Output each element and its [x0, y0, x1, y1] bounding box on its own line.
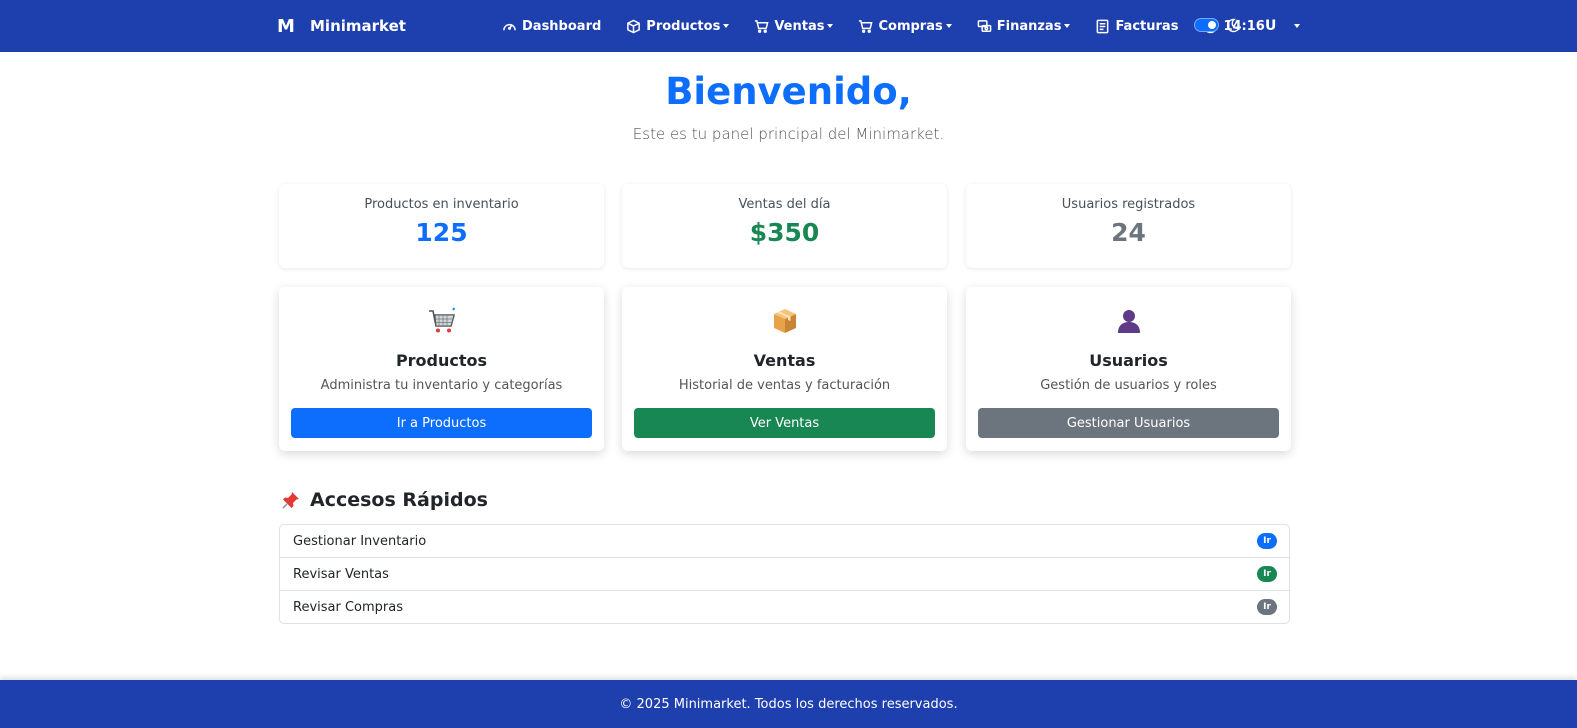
moon-stars-icon: [1226, 18, 1241, 33]
shopping-cart-icon: [279, 307, 604, 335]
module-description: Administra tu inventario y categorías: [320, 378, 563, 393]
module-card-ventas: Ventas Historial de ventas y facturación…: [622, 287, 947, 451]
stat-label: Productos en inventario: [364, 197, 519, 212]
quick-access-heading: Accesos Rápidos: [281, 489, 488, 511]
stat-card-usuarios: Usuarios registrados 24: [966, 184, 1291, 268]
stat-value: $350: [749, 218, 820, 247]
module-description: Gestión de usuarios y roles: [1040, 378, 1217, 393]
stat-value: 125: [415, 218, 468, 247]
user-menu[interactable]: U: [1265, 0, 1276, 52]
quick-access-label: Gestionar Inventario: [293, 533, 427, 549]
cart-icon: [755, 19, 769, 33]
stat-label: Usuarios registrados: [1061, 197, 1196, 212]
brand-logo: M: [277, 15, 295, 37]
box-icon: [627, 19, 641, 33]
quick-access-item-ventas[interactable]: Revisar Ventas Ir: [280, 558, 1289, 591]
package-icon: [622, 307, 947, 335]
nav-facturas[interactable]: Facturas: [1095, 19, 1178, 34]
navbar: M Minimarket Dashboard Productos Ventas …: [0, 0, 1577, 52]
nav-ventas[interactable]: Ventas: [754, 18, 834, 34]
quick-access-label: Revisar Compras: [293, 600, 403, 615]
page-subtitle: Este es tu panel principal del Minimarke…: [632, 125, 945, 143]
nav-productos-label: Productos: [646, 18, 721, 34]
chevron-down-icon: [827, 24, 834, 28]
chevron-down-icon: [945, 24, 952, 28]
footer: © 2025 Minimarket. Todos los derechos re…: [0, 680, 1577, 728]
chevron-down-icon[interactable]: [1294, 24, 1300, 28]
brand-name: Minimarket: [310, 17, 406, 35]
module-title: Usuarios: [1089, 351, 1168, 370]
module-description: Historial de ventas y facturación: [678, 378, 891, 393]
stat-label: Ventas del día: [738, 197, 831, 212]
chevron-down-icon: [1064, 24, 1071, 28]
module-card-productos: Productos Administra tu inventario y cat…: [279, 287, 604, 451]
quick-access-item-inventario[interactable]: Gestionar Inventario Ir: [280, 525, 1289, 558]
nav-finanzas[interactable]: Finanzas: [977, 19, 1071, 34]
speedometer-icon: [503, 23, 516, 30]
page-title: Bienvenido,: [665, 70, 912, 113]
user-initial: U: [1265, 18, 1277, 34]
user-icon: [966, 307, 1291, 335]
nav-finanzas-label: Finanzas: [996, 18, 1062, 34]
ver-ventas-button[interactable]: Ver Ventas: [634, 408, 935, 438]
module-title: Productos: [395, 351, 488, 370]
nav-compras-label: Compras: [878, 18, 943, 34]
nav-compras[interactable]: Compras: [858, 18, 952, 34]
pushpin-icon: [282, 492, 299, 509]
nav-dashboard[interactable]: Dashboard: [502, 19, 601, 34]
cart-icon: [859, 19, 874, 33]
nav-productos[interactable]: Productos: [626, 18, 730, 34]
nav-menu: Dashboard Productos Ventas Compras Finan…: [502, 0, 1290, 52]
footer-text: © 2025 Minimarket. Todos los derechos re…: [619, 696, 958, 712]
receipt-icon: [1097, 19, 1109, 33]
nav-ventas-label: Ventas: [774, 18, 825, 34]
quick-access-item-compras[interactable]: Revisar Compras Ir: [280, 591, 1289, 624]
stat-value: 24: [1111, 218, 1146, 247]
go-badge[interactable]: Ir: [1257, 599, 1277, 615]
go-badge[interactable]: Ir: [1257, 566, 1277, 582]
stat-card-productos: Productos en inventario 125: [279, 184, 604, 268]
stat-card-ventas: Ventas del día $350: [622, 184, 947, 268]
nav-facturas-label: Facturas: [1115, 18, 1179, 34]
quick-access-title: Accesos Rápidos: [310, 489, 488, 511]
nav-dashboard-label: Dashboard: [522, 18, 602, 34]
module-card-usuarios: Usuarios Gestión de usuarios y roles Ges…: [966, 287, 1291, 451]
toggle-knob: [1208, 21, 1216, 29]
go-badge[interactable]: Ir: [1257, 533, 1277, 549]
brand[interactable]: M Minimarket: [277, 0, 406, 52]
gestionar-usuarios-button[interactable]: Gestionar Usuarios: [978, 408, 1279, 438]
chevron-down-icon: [723, 24, 730, 28]
quick-access-list: Gestionar Inventario Ir Revisar Ventas I…: [279, 524, 1290, 624]
ir-a-productos-button[interactable]: Ir a Productos: [291, 408, 592, 438]
quick-access-label: Revisar Ventas: [293, 566, 389, 582]
theme-toggle[interactable]: [1194, 18, 1219, 32]
module-title: Ventas: [753, 351, 816, 370]
cash-icon: [977, 19, 992, 32]
